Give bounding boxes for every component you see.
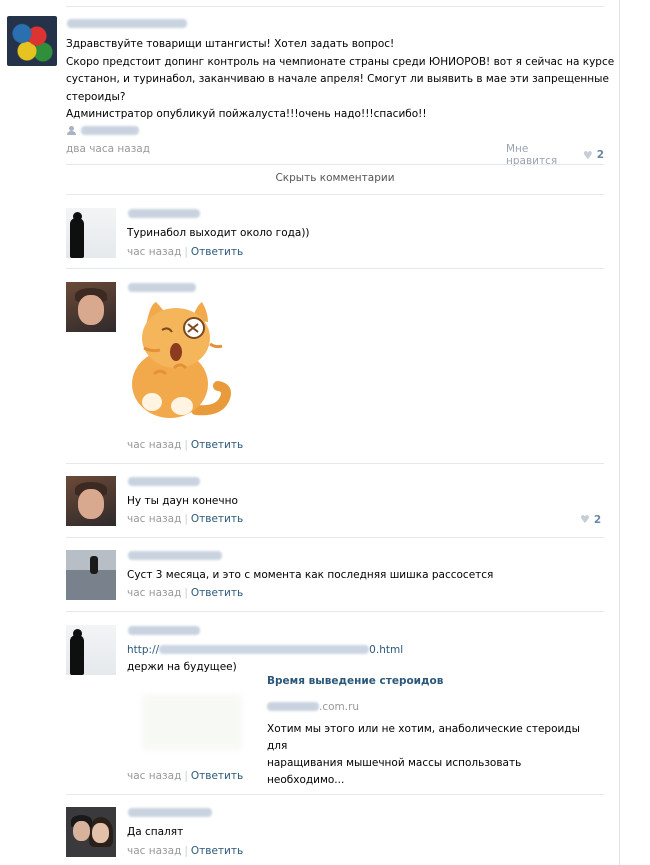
commenter-avatar[interactable] xyxy=(66,208,116,258)
preview-domain: .com.ru xyxy=(267,701,359,713)
post-text: Здравствуйте товарищи штангисты! Хотел з… xyxy=(66,36,615,124)
comment-meta: час назад | Ответить xyxy=(127,770,244,782)
author-name-blurred[interactable] xyxy=(67,19,187,28)
link-preview[interactable]: Время выведение стероидов .com.ru Хотим … xyxy=(127,675,580,786)
like-count: 2 xyxy=(593,513,602,526)
comment-text: Суст 3 месяца, и это с момента как после… xyxy=(127,569,494,581)
divider xyxy=(66,794,604,795)
commenter-avatar[interactable] xyxy=(66,282,116,332)
reply-button[interactable]: Ответить xyxy=(191,845,243,857)
reply-button[interactable]: Ответить xyxy=(191,587,243,599)
comment-time[interactable]: час назад xyxy=(127,513,181,525)
comment-time[interactable]: час назад xyxy=(127,587,181,599)
page-right-border xyxy=(619,0,620,865)
commenter-name-blurred[interactable] xyxy=(128,477,200,486)
post-line: Здравствуйте товарищи штангисты! Хотел з… xyxy=(66,38,395,50)
heart-icon: ♥ xyxy=(582,148,593,162)
signer-name-blurred[interactable] xyxy=(81,126,139,135)
comment-time[interactable]: час назад xyxy=(127,845,181,857)
post-line: стероиды? xyxy=(66,90,126,103)
divider xyxy=(66,164,604,165)
divider xyxy=(66,611,604,612)
commenter-avatar[interactable] xyxy=(66,550,116,600)
hide-comments-link[interactable]: Скрыть комментарии xyxy=(66,172,604,184)
divider xyxy=(66,194,604,195)
author-avatar[interactable] xyxy=(7,16,57,66)
divider xyxy=(66,463,604,464)
commenter-name-blurred[interactable] xyxy=(128,283,196,292)
domain-blurred xyxy=(267,702,319,711)
reply-button[interactable]: Ответить xyxy=(191,513,243,525)
commenter-name-blurred[interactable] xyxy=(128,626,200,635)
preview-desc-line: наращивания мышечной массы использовать … xyxy=(267,757,522,786)
comment-time[interactable]: час назад xyxy=(127,770,181,782)
post-date[interactable]: два часа назад xyxy=(66,143,150,155)
link-prefix[interactable]: http:// xyxy=(127,644,159,656)
commenter-avatar[interactable] xyxy=(66,476,116,526)
preview-image xyxy=(142,695,242,750)
like-count: 2 xyxy=(596,149,604,161)
comment-meta: час назад | Ответить xyxy=(127,587,244,599)
preview-description: Хотим мы этого или не хотим, анаболическ… xyxy=(267,721,597,789)
comment-time[interactable]: час назад xyxy=(127,246,181,258)
crying-cat-sticker xyxy=(132,302,231,418)
comment-text: Да спалят xyxy=(127,826,184,838)
comment-meta: час назад | Ответить xyxy=(127,439,244,451)
person-icon xyxy=(67,126,76,135)
comment-meta: час назад | Ответить xyxy=(127,246,244,258)
comment-text: http:// 0.html держи на будущее) xyxy=(127,642,403,676)
commenter-avatar[interactable] xyxy=(66,625,116,675)
reply-button[interactable]: Ответить xyxy=(191,439,243,451)
link-blurred[interactable] xyxy=(159,645,370,654)
link-suffix[interactable]: 0.html xyxy=(369,644,403,656)
post-line: Администратор опубликуй пойжалуста!!!оче… xyxy=(66,108,427,120)
domain-suffix: .com.ru xyxy=(319,701,360,713)
comment-meta: час назад | Ответить xyxy=(127,845,244,857)
comment-time[interactable]: час назад xyxy=(127,439,181,451)
comment-text: Туринабол выходит около года)) xyxy=(127,227,310,239)
comment-link[interactable]: http:// 0.html xyxy=(127,642,403,659)
post-line: сустанон, и туринабол, заканчиваю в нача… xyxy=(66,73,609,85)
divider xyxy=(66,537,604,538)
reply-button[interactable]: Ответить xyxy=(191,246,243,258)
reply-button[interactable]: Ответить xyxy=(191,770,243,782)
divider xyxy=(66,6,604,7)
comment-meta: час назад | Ответить xyxy=(127,513,244,525)
commenter-name-blurred[interactable] xyxy=(128,808,212,817)
comment-text: Ну ты даун конечно xyxy=(127,495,238,507)
heart-icon: ♥ xyxy=(580,513,590,526)
preview-desc-line: Хотим мы этого или не хотим, анаболическ… xyxy=(267,723,580,752)
commenter-avatar[interactable] xyxy=(66,807,116,857)
preview-title[interactable]: Время выведение стероидов xyxy=(267,675,443,687)
post-signer[interactable] xyxy=(67,126,139,135)
divider xyxy=(66,268,604,269)
like-button[interactable]: ♥ 2 xyxy=(580,513,601,526)
commenter-name-blurred[interactable] xyxy=(128,209,200,218)
commenter-name-blurred[interactable] xyxy=(128,551,222,560)
post-line: Скоро предстоит допинг контроль на чемпи… xyxy=(66,55,615,68)
comment-text-line: держи на будущее) xyxy=(127,661,237,673)
